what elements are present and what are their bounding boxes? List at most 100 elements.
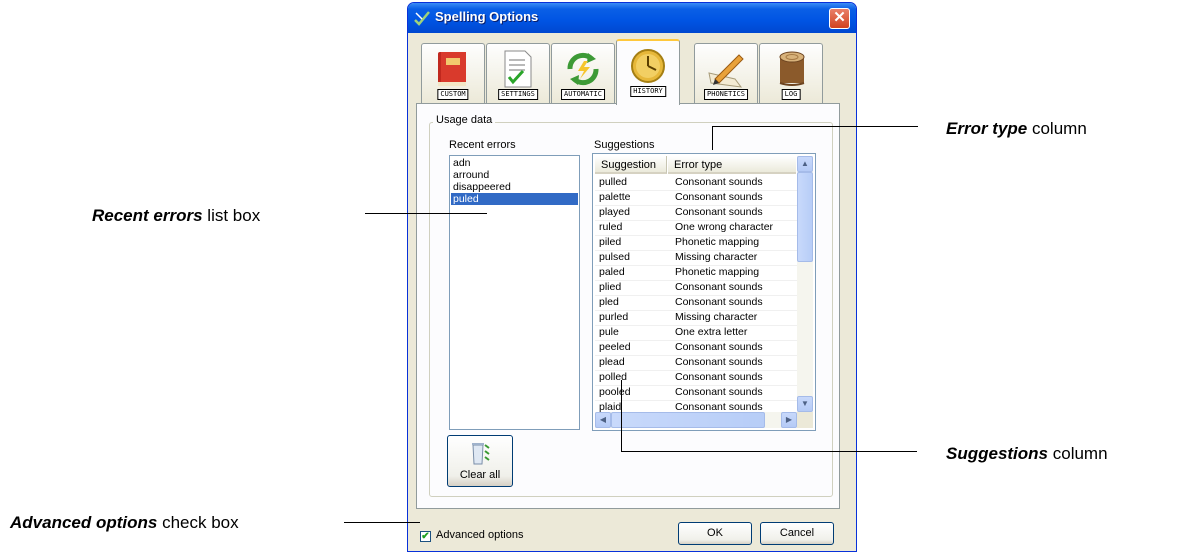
tab-label: PHONETICS <box>704 89 748 100</box>
ok-button[interactable]: OK <box>678 522 752 545</box>
suggestion-row[interactable]: pulsed Missing character <box>595 250 797 266</box>
tab-label: AUTOMATIC <box>561 89 605 100</box>
horizontal-scroll-thumb[interactable] <box>611 412 765 428</box>
suggestions-leader-line <box>621 451 917 452</box>
recent-errors-label: Recent errors <box>449 139 516 151</box>
suggestion-cell: piled <box>599 236 622 248</box>
suggestion-cell: pled <box>599 296 619 308</box>
recent-error-item-selected[interactable]: puled <box>451 193 578 205</box>
scroll-right-arrow-icon[interactable]: ▶ <box>781 412 797 428</box>
tab-automatic[interactable]: AUTOMATIC <box>551 43 615 103</box>
vertical-scrollbar[interactable]: ▲ ▼ <box>797 156 813 412</box>
suggestion-row[interactable]: purled Missing character <box>595 310 797 326</box>
callout-text: check box <box>157 513 239 532</box>
recent-errors-listbox[interactable]: adn arround disappeered puled <box>449 155 580 430</box>
recent-error-item[interactable]: disappeered <box>451 181 578 193</box>
error-type-callout: Error type column <box>946 119 1087 139</box>
callout-emphasis: Error type <box>946 119 1028 138</box>
tab-settings[interactable]: SETTINGS <box>486 43 550 103</box>
error-type-cell: Consonant sounds <box>675 191 763 203</box>
suggestion-row[interactable]: pled Consonant sounds <box>595 295 797 311</box>
suggestion-row[interactable]: paled Phonetic mapping <box>595 265 797 281</box>
suggestion-cell: pule <box>599 326 619 338</box>
callout-emphasis: Recent errors <box>92 206 203 225</box>
tab-phonetics[interactable]: PHONETICS <box>694 43 758 103</box>
suggestion-cell: plaid <box>599 401 622 412</box>
scroll-left-arrow-icon[interactable]: ◀ <box>595 412 611 428</box>
suggestion-row[interactable]: polled Consonant sounds <box>595 370 797 386</box>
error-type-cell: Consonant sounds <box>675 341 763 353</box>
tab-label: LOG <box>781 89 801 100</box>
error-type-cell: Consonant sounds <box>675 356 763 368</box>
suggestion-row[interactable]: played Consonant sounds <box>595 205 797 221</box>
title-bar[interactable]: Spelling Options ✕ <box>408 3 856 33</box>
cancel-button[interactable]: Cancel <box>760 522 834 545</box>
suggestion-cell: purled <box>599 311 629 323</box>
suggestion-cell: pulled <box>599 176 628 188</box>
suggestion-row[interactable]: peeled Consonant sounds <box>595 340 797 356</box>
suggestion-row[interactable]: pule One extra letter <box>595 325 797 341</box>
error-type-cell: Consonant sounds <box>675 386 763 398</box>
spelling-options-dialog: Spelling Options ✕ CUSTOM SETTINGS AUTOM… <box>407 2 857 552</box>
spellcheck-app-icon <box>414 11 430 26</box>
suggestions-callout: Suggestions column <box>946 444 1108 464</box>
error-type-cell: One extra letter <box>675 326 748 338</box>
error-type-leader-line <box>712 126 918 127</box>
suggestion-cell: plied <box>599 281 622 293</box>
vertical-scroll-thumb[interactable] <box>797 172 813 262</box>
checklist-document-icon <box>504 50 532 88</box>
recycle-bin-icon <box>472 443 490 465</box>
tab-label: HISTORY <box>630 86 666 97</box>
suggestion-row[interactable]: pulled Consonant sounds <box>595 175 797 191</box>
suggestions-listview[interactable]: Suggestion Error type pulled Consonant so… <box>592 153 816 431</box>
callout-text: column <box>1027 119 1087 138</box>
close-button[interactable]: ✕ <box>829 8 850 29</box>
callout-emphasis: Suggestions <box>946 444 1049 463</box>
suggestion-row[interactable]: piled Phonetic mapping <box>595 235 797 251</box>
error-type-cell: One wrong character <box>675 221 774 233</box>
error-type-column-header[interactable]: Error type <box>668 156 796 174</box>
advanced-options-label[interactable]: Advanced options <box>436 529 523 541</box>
suggestion-row[interactable]: pooled Consonant sounds <box>595 385 797 401</box>
error-type-cell: Consonant sounds <box>675 176 763 188</box>
horizontal-scrollbar[interactable]: ◀ ▶ <box>595 412 797 428</box>
suggestion-cell: polled <box>599 371 628 383</box>
suggestion-row[interactable]: plied Consonant sounds <box>595 280 797 296</box>
clear-all-button[interactable]: Clear all <box>447 435 513 487</box>
usage-data-legend: Usage data <box>433 114 496 126</box>
suggestions-label: Suggestions <box>594 139 655 151</box>
suggestion-cell: pulsed <box>599 251 630 263</box>
scroll-down-arrow-icon[interactable]: ▼ <box>797 396 813 412</box>
tab-label: SETTINGS <box>498 89 538 100</box>
tree-log-icon <box>779 51 805 86</box>
suggestion-row[interactable]: plead Consonant sounds <box>595 355 797 371</box>
tab-custom[interactable]: CUSTOM <box>421 43 485 103</box>
suggestion-row[interactable]: palette Consonant sounds <box>595 190 797 206</box>
suggestion-cell: palette <box>599 191 631 203</box>
suggestion-column-header[interactable]: Suggestion <box>595 156 667 174</box>
suggestion-cell: paled <box>599 266 625 278</box>
suggestion-row[interactable]: ruled One wrong character <box>595 220 797 236</box>
recent-error-item[interactable]: arround <box>451 169 578 181</box>
scroll-corner <box>797 412 813 428</box>
recent-errors-callout: Recent errors list box <box>92 206 260 226</box>
tab-log[interactable]: LOG <box>759 43 823 103</box>
clear-all-label: Clear all <box>459 469 501 481</box>
callout-text: column <box>1048 444 1108 463</box>
suggestions-leader-tick <box>621 380 622 452</box>
tab-label: CUSTOM <box>437 89 469 100</box>
window-title: Spelling Options <box>435 9 539 24</box>
recent-error-item[interactable]: adn <box>451 157 578 169</box>
suggestion-cell: played <box>599 206 630 218</box>
scroll-up-arrow-icon[interactable]: ▲ <box>797 156 813 172</box>
callout-text: list box <box>202 206 261 225</box>
advanced-options-checkbox[interactable]: ✔ <box>420 531 431 542</box>
suggestion-rows: pulled Consonant sounds palette Consonant s… <box>593 175 797 412</box>
suggestion-cell: peeled <box>599 341 631 353</box>
error-type-cell: Phonetic mapping <box>675 236 760 248</box>
suggestion-cell: pooled <box>599 386 631 398</box>
tab-history[interactable]: HISTORY <box>616 39 680 105</box>
suggestion-row[interactable]: plaid Consonant sounds <box>595 400 797 412</box>
advanced-options-callout: Advanced options check box <box>10 513 239 533</box>
error-type-cell: Consonant sounds <box>675 371 763 383</box>
